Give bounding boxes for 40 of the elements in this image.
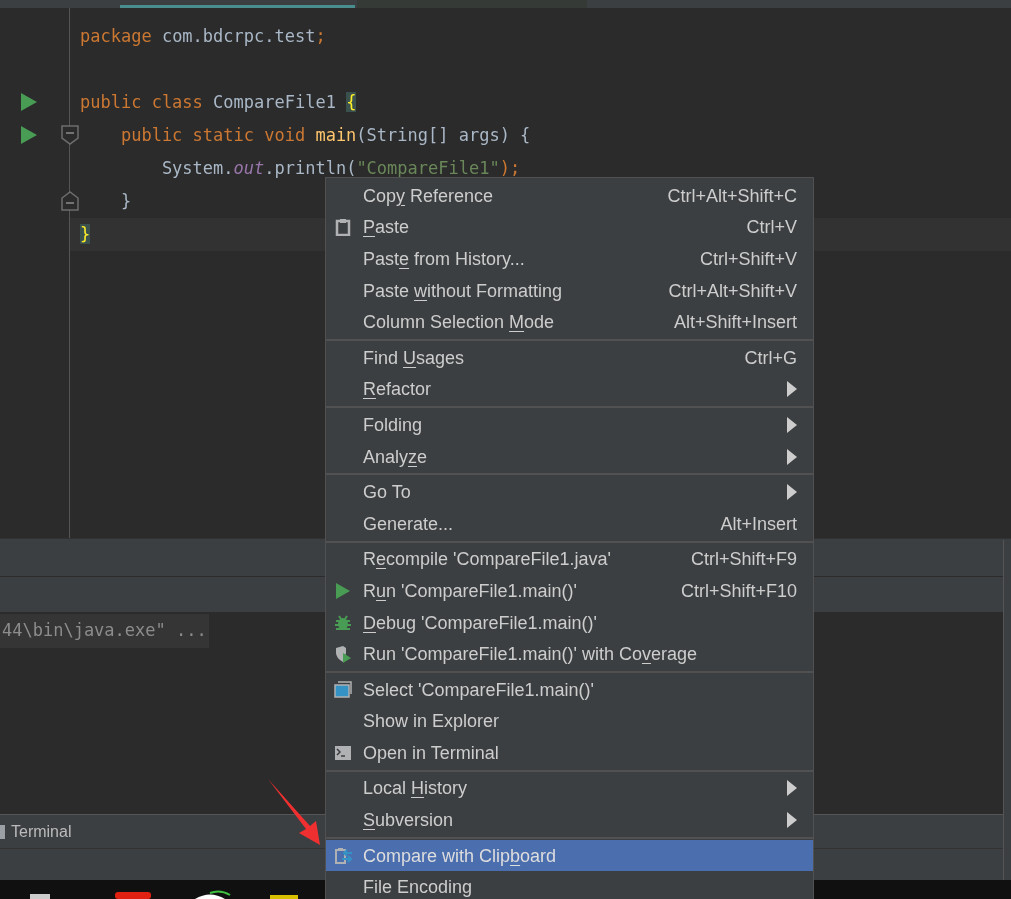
- menu-item[interactable]: Run 'CompareFile1.main()' with Coverage: [326, 638, 813, 670]
- menu-item[interactable]: Subversion: [326, 804, 813, 836]
- run-gutter-icon[interactable]: [21, 93, 37, 111]
- scrollbar[interactable]: [1003, 540, 1011, 880]
- code-line: public static void main(String[] args) {: [119, 123, 531, 147]
- fold-icon[interactable]: [61, 125, 79, 145]
- terminal-icon: [334, 743, 352, 762]
- code-line: package com.bdcrpc.test;: [80, 24, 326, 48]
- menu-item[interactable]: Paste from History... Ctrl+Shift+V: [326, 243, 813, 275]
- menu-item[interactable]: Local History: [326, 772, 813, 805]
- menu-item[interactable]: Open in Terminal: [326, 737, 813, 769]
- clipboard-icon: [334, 218, 352, 237]
- menu-item[interactable]: Debug 'CompareFile1.main()': [326, 606, 813, 639]
- run-gutter-icon[interactable]: [21, 126, 37, 144]
- menu-item[interactable]: Find Usages Ctrl+G: [326, 341, 813, 374]
- terminal-icon: [0, 824, 5, 839]
- menu-item[interactable]: Column Selection Mode Alt+Shift+Insert: [326, 306, 813, 338]
- menu-item[interactable]: Refactor: [326, 373, 813, 406]
- shield-run-icon: [334, 645, 352, 664]
- menu-item[interactable]: Paste Ctrl+V: [326, 211, 813, 244]
- code-line: public class CompareFile1 {: [80, 90, 357, 114]
- menu-item[interactable]: File Encoding: [326, 871, 813, 899]
- console-output: 44\bin\java.exe" ...: [0, 614, 209, 648]
- menu-item[interactable]: Analyze: [326, 440, 813, 473]
- code-line: }: [119, 189, 132, 213]
- menu-item[interactable]: Go To: [326, 476, 813, 508]
- fold-icon[interactable]: [61, 191, 79, 211]
- terminal-tab[interactable]: Terminal: [11, 819, 72, 844]
- bug-icon: [334, 613, 352, 632]
- menu-item[interactable]: Generate... Alt+Insert: [326, 507, 813, 540]
- menu-item[interactable]: Select 'CompareFile1.main()': [326, 673, 813, 706]
- menu-item[interactable]: Copy Reference Ctrl+Alt+Shift+C: [326, 180, 813, 212]
- menu-item[interactable]: Paste without Formatting Ctrl+Alt+Shift+V: [326, 274, 813, 307]
- window-icon: [334, 680, 352, 699]
- menu-item[interactable]: Show in Explorer: [326, 705, 813, 738]
- menu-item[interactable]: Compare with Clipboard: [326, 839, 813, 872]
- compare-icon: [334, 846, 352, 865]
- menu-item[interactable]: Folding: [326, 409, 813, 441]
- code-line: System.out.println("CompareFile1");: [160, 156, 521, 180]
- run-icon: [334, 581, 352, 600]
